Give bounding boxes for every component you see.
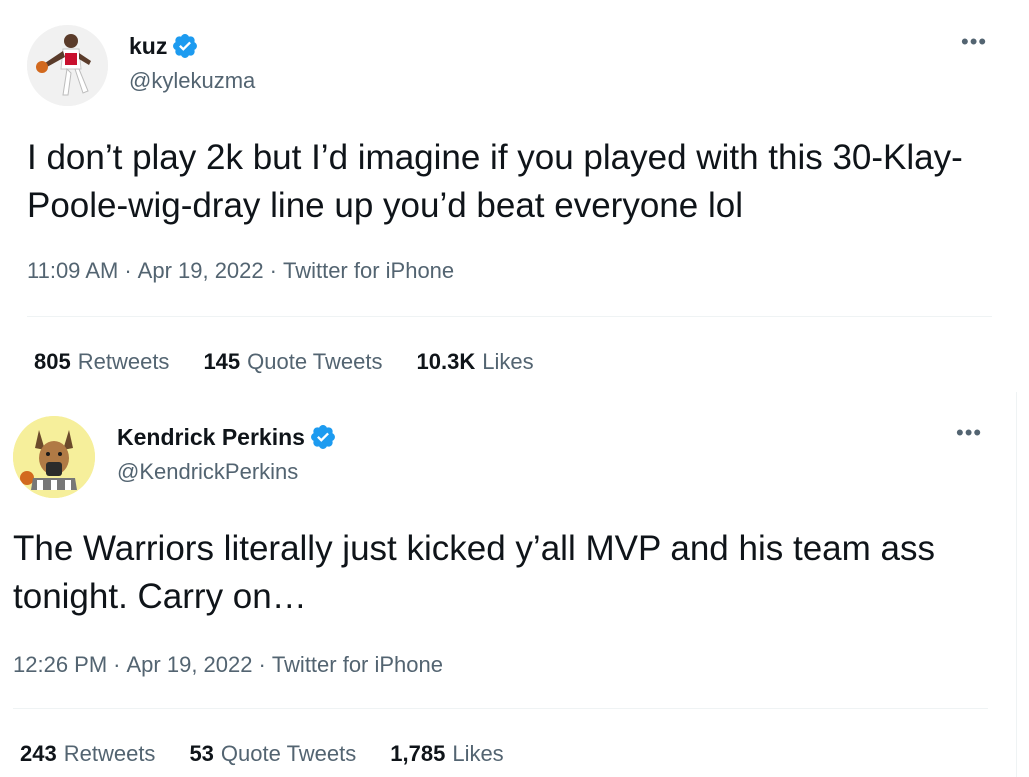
author-name-row[interactable]: kuz <box>129 32 199 60</box>
likes-count: 1,785 <box>390 741 446 766</box>
tweet-date[interactable]: Apr 19, 2022 <box>127 652 253 677</box>
tweet-source[interactable]: Twitter for iPhone <box>283 258 454 283</box>
tweet-text: I don’t play 2k but I’d imagine if you p… <box>27 138 963 225</box>
avatar[interactable] <box>27 25 108 106</box>
tweet-time[interactable]: 11:09 AM <box>27 258 118 283</box>
author-handle[interactable]: @kylekuzma <box>129 68 255 94</box>
author-name-row[interactable]: Kendrick Perkins <box>117 423 337 451</box>
display-name[interactable]: Kendrick Perkins <box>117 423 305 451</box>
retweets-label: Retweets <box>77 349 170 374</box>
likes-stat[interactable]: 10.3K Likes <box>417 349 534 375</box>
retweets-stat[interactable]: 243 Retweets <box>20 741 155 767</box>
tweet-meta: 11:09 AM · Apr 19, 2022 · Twitter for iPhone <box>27 258 454 284</box>
tweet-source[interactable]: Twitter for iPhone <box>272 652 443 677</box>
tweet-kendrick-perkins: Kendrick Perkins @KendrickPerkins ••• Th… <box>0 392 1029 777</box>
divider <box>13 708 988 709</box>
meta-separator: · <box>113 652 121 677</box>
quote-tweets-stat[interactable]: 145 Quote Tweets <box>203 349 382 375</box>
likes-count: 10.3K <box>416 349 476 374</box>
tweet-meta: 12:26 PM · Apr 19, 2022 · Twitter for iPhone <box>13 652 443 678</box>
quote-tweets-count: 145 <box>203 349 241 374</box>
likes-label: Likes <box>452 741 504 766</box>
meta-separator: · <box>269 258 277 283</box>
tweet-time[interactable]: 12:26 PM <box>13 652 107 677</box>
quote-tweets-label: Quote Tweets <box>220 741 357 766</box>
divider <box>27 316 992 317</box>
more-options-icon[interactable]: ••• <box>956 422 982 444</box>
likes-stat[interactable]: 1,785 Likes <box>390 741 503 767</box>
column-border <box>1016 392 1017 777</box>
display-name[interactable]: kuz <box>129 32 167 60</box>
verified-badge-icon <box>173 34 198 58</box>
tweet-stats: 805 Retweets 145 Quote Tweets 10.3K Likes <box>34 349 568 375</box>
meta-separator: · <box>258 652 266 677</box>
retweets-stat[interactable]: 805 Retweets <box>34 349 169 375</box>
player-avatar-image <box>27 25 108 106</box>
meta-separator: · <box>124 258 132 283</box>
quote-tweets-label: Quote Tweets <box>247 349 383 374</box>
tweet-kuz: kuz @kylekuzma ••• I don’t play 2k but I… <box>0 0 1029 392</box>
more-options-icon[interactable]: ••• <box>961 31 987 53</box>
quote-tweets-count: 53 <box>189 741 214 766</box>
tweet-text: The Warriors literally just kicked y’all… <box>13 529 945 616</box>
tweet-stats: 243 Retweets 53 Quote Tweets 1,785 Likes <box>20 741 538 767</box>
verified-badge-icon <box>310 425 335 449</box>
retweets-count: 243 <box>20 741 57 766</box>
dog-avatar-image <box>13 416 95 498</box>
avatar[interactable] <box>13 416 95 498</box>
tweet-date[interactable]: Apr 19, 2022 <box>138 258 264 283</box>
retweets-count: 805 <box>34 349 71 374</box>
retweets-label: Retweets <box>63 741 156 766</box>
likes-label: Likes <box>482 349 534 374</box>
quote-tweets-stat[interactable]: 53 Quote Tweets <box>189 741 356 767</box>
author-handle[interactable]: @KendrickPerkins <box>117 459 298 485</box>
